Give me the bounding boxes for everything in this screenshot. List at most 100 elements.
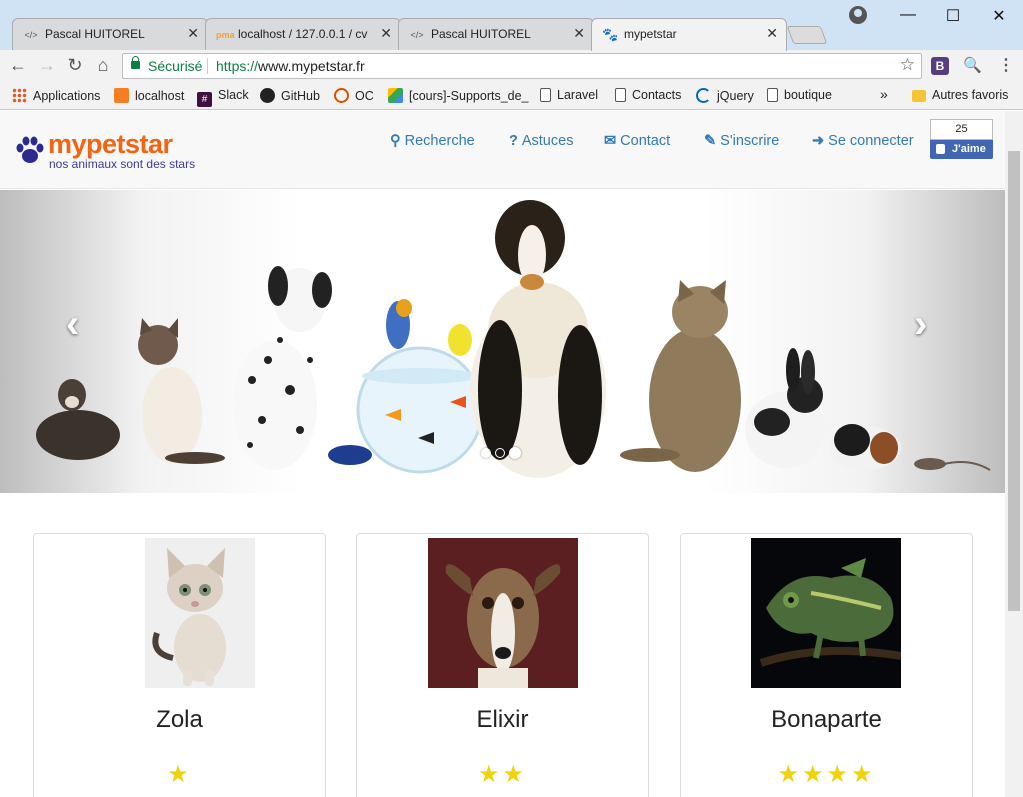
nav-label: Recherche (404, 133, 475, 149)
slack-icon: # (197, 92, 212, 107)
bookmark-label: localhost (135, 89, 185, 103)
minimize-icon[interactable]: — (893, 6, 923, 24)
carousel-indicator-3[interactable] (509, 447, 521, 459)
tab-pascal-1[interactable]: </> Pascal HUITOREL ✕ (12, 18, 208, 50)
page-scrollbar[interactable] (1005, 111, 1023, 797)
carousel-next-icon[interactable]: › (914, 302, 927, 347)
tab-strip: </> Pascal HUITOREL ✕ pma localhost / 12… (0, 0, 1023, 51)
close-icon[interactable]: ✕ (766, 25, 778, 42)
like-label: J'aime (952, 143, 986, 155)
carousel-prev-icon[interactable]: ‹ (66, 302, 79, 347)
reload-icon[interactable]: ↻ (64, 55, 86, 76)
window-close-icon[interactable]: ✕ (984, 6, 1014, 26)
pet-rating: ★★ (357, 760, 648, 789)
envelope-icon: ✉ (604, 133, 617, 149)
page-icon (767, 88, 778, 102)
nav-label: S'inscrire (720, 133, 780, 149)
home-icon[interactable]: ⌂ (92, 55, 114, 76)
bookmark-label: [cours]-Supports_de_ (409, 89, 529, 103)
address-bar[interactable]: Sécurisé https://www.mypetstar.fr ☆ (122, 53, 922, 79)
pet-name: Elixir (476, 706, 529, 733)
like-count: 25 (930, 119, 993, 140)
nav-contact-link[interactable]: ✉ Contact (604, 133, 670, 149)
bookmark-other-favorites[interactable]: Autres favoris (912, 88, 1008, 102)
pet-card-elixir[interactable]: Elixir ★★ (356, 533, 649, 797)
bookmarks-bar: Applications localhost # Slack GitHub OC … (0, 82, 1023, 110)
secure-label: Sécurisé (148, 58, 203, 74)
url-host: www.mypetstar.fr (258, 58, 365, 74)
bookmark-applications[interactable]: Applications (12, 88, 100, 103)
maximize-icon[interactable]: ☐ (938, 6, 968, 26)
tab-localhost[interactable]: pma localhost / 127.0.0.1 / cv ✕ (205, 18, 401, 50)
edit-icon: ✎ (704, 133, 717, 149)
pma-icon: pma (216, 30, 235, 40)
page-viewport: mypetstar nos animaux sont des stars ⚲ Re… (0, 111, 1005, 797)
nav-register-link[interactable]: ✎ S'inscrire (704, 133, 779, 149)
tab-pascal-2[interactable]: </> Pascal HUITOREL ✕ (398, 18, 594, 50)
bookmark-label: Applications (33, 89, 101, 103)
nav-search-link[interactable]: ⚲ Recherche (390, 133, 475, 149)
bookmark-localhost[interactable]: localhost (114, 88, 184, 103)
star-icon: ★ (851, 761, 876, 788)
search-icon: ⚲ (390, 133, 401, 149)
login-icon: ➜ (812, 133, 825, 149)
tab-title: mypetstar (624, 27, 677, 41)
paw-logo-icon (16, 136, 44, 163)
brand-name: mypetstar (48, 129, 173, 159)
bookmark-contacts[interactable]: Contacts (615, 88, 681, 102)
jquery-icon (696, 88, 711, 103)
carousel-indicators (481, 445, 525, 459)
bookmark-cours[interactable]: [cours]-Supports_de_ (388, 88, 529, 103)
bookmark-label: jQuery (717, 89, 754, 103)
search-extension-icon[interactable]: 🔍 (963, 56, 982, 74)
bookmark-github[interactable]: GitHub (260, 88, 320, 103)
profile-icon[interactable] (849, 6, 867, 24)
xampp-icon (114, 88, 129, 103)
facebook-like-widget[interactable]: 25 J'aime (930, 119, 993, 159)
forward-icon[interactable]: → (36, 55, 58, 76)
bookmark-oc[interactable]: OC (334, 88, 374, 103)
tab-title: localhost / 127.0.0.1 / cv (238, 27, 368, 41)
star-icon: ★ (502, 761, 528, 788)
star-icon: ★ (477, 761, 503, 788)
bookmark-laravel[interactable]: Laravel (540, 88, 598, 102)
site-logo[interactable]: mypetstar nos animaux sont des stars (14, 129, 214, 173)
question-icon: ? (509, 133, 518, 149)
like-button[interactable]: J'aime (930, 140, 993, 159)
bookmark-label: Laravel (557, 88, 598, 102)
brand-tagline: nos animaux sont des stars (49, 157, 196, 171)
new-tab-button[interactable] (786, 26, 828, 44)
url-text[interactable]: https://www.mypetstar.fr (216, 58, 365, 74)
carousel-indicator-2[interactable] (495, 448, 505, 458)
bookmark-boutique[interactable]: boutique (767, 88, 832, 102)
bookmarks-overflow-button[interactable]: » (880, 86, 888, 102)
close-icon[interactable]: ✕ (380, 25, 392, 42)
bookmark-label: Contacts (632, 88, 682, 102)
site-header: mypetstar nos animaux sont des stars ⚲ Re… (0, 111, 1005, 189)
star-icon: ★ (167, 761, 192, 788)
apps-grid-icon (12, 88, 27, 103)
pet-name: Bonaparte (771, 706, 882, 733)
close-icon[interactable]: ✕ (573, 25, 585, 42)
pet-card-zola[interactable]: Zola ★ (33, 533, 326, 797)
bookmark-jquery[interactable]: jQuery (696, 88, 754, 103)
bootstrap-extension-icon[interactable]: B (931, 57, 949, 75)
hero-carousel: ‹ › (0, 190, 1005, 493)
back-icon[interactable]: ← (7, 55, 29, 76)
nav-tips-link[interactable]: ? Astuces (509, 133, 573, 149)
nav-login-link[interactable]: ➜ Se connecter (812, 133, 914, 149)
bookmark-label: GitHub (281, 89, 320, 103)
oc-icon (334, 88, 349, 103)
menu-icon[interactable]: ⋮ (998, 55, 1014, 75)
close-icon[interactable]: ✕ (187, 25, 199, 42)
tab-mypetstar[interactable]: 🐾 mypetstar ✕ (591, 18, 787, 51)
bookmark-label: Autres favoris (932, 88, 1009, 102)
carousel-indicator-1[interactable] (481, 448, 491, 458)
pet-card-bonaparte[interactable]: Bonaparte ★★★★ (680, 533, 973, 797)
pet-rating: ★★★★ (681, 760, 972, 789)
folder-icon (912, 90, 926, 102)
nav-label: Se connecter (828, 133, 914, 149)
bookmark-star-icon[interactable]: ☆ (900, 55, 915, 75)
bookmark-slack[interactable]: # Slack (197, 88, 249, 107)
scrollbar-thumb[interactable] (1008, 151, 1020, 611)
